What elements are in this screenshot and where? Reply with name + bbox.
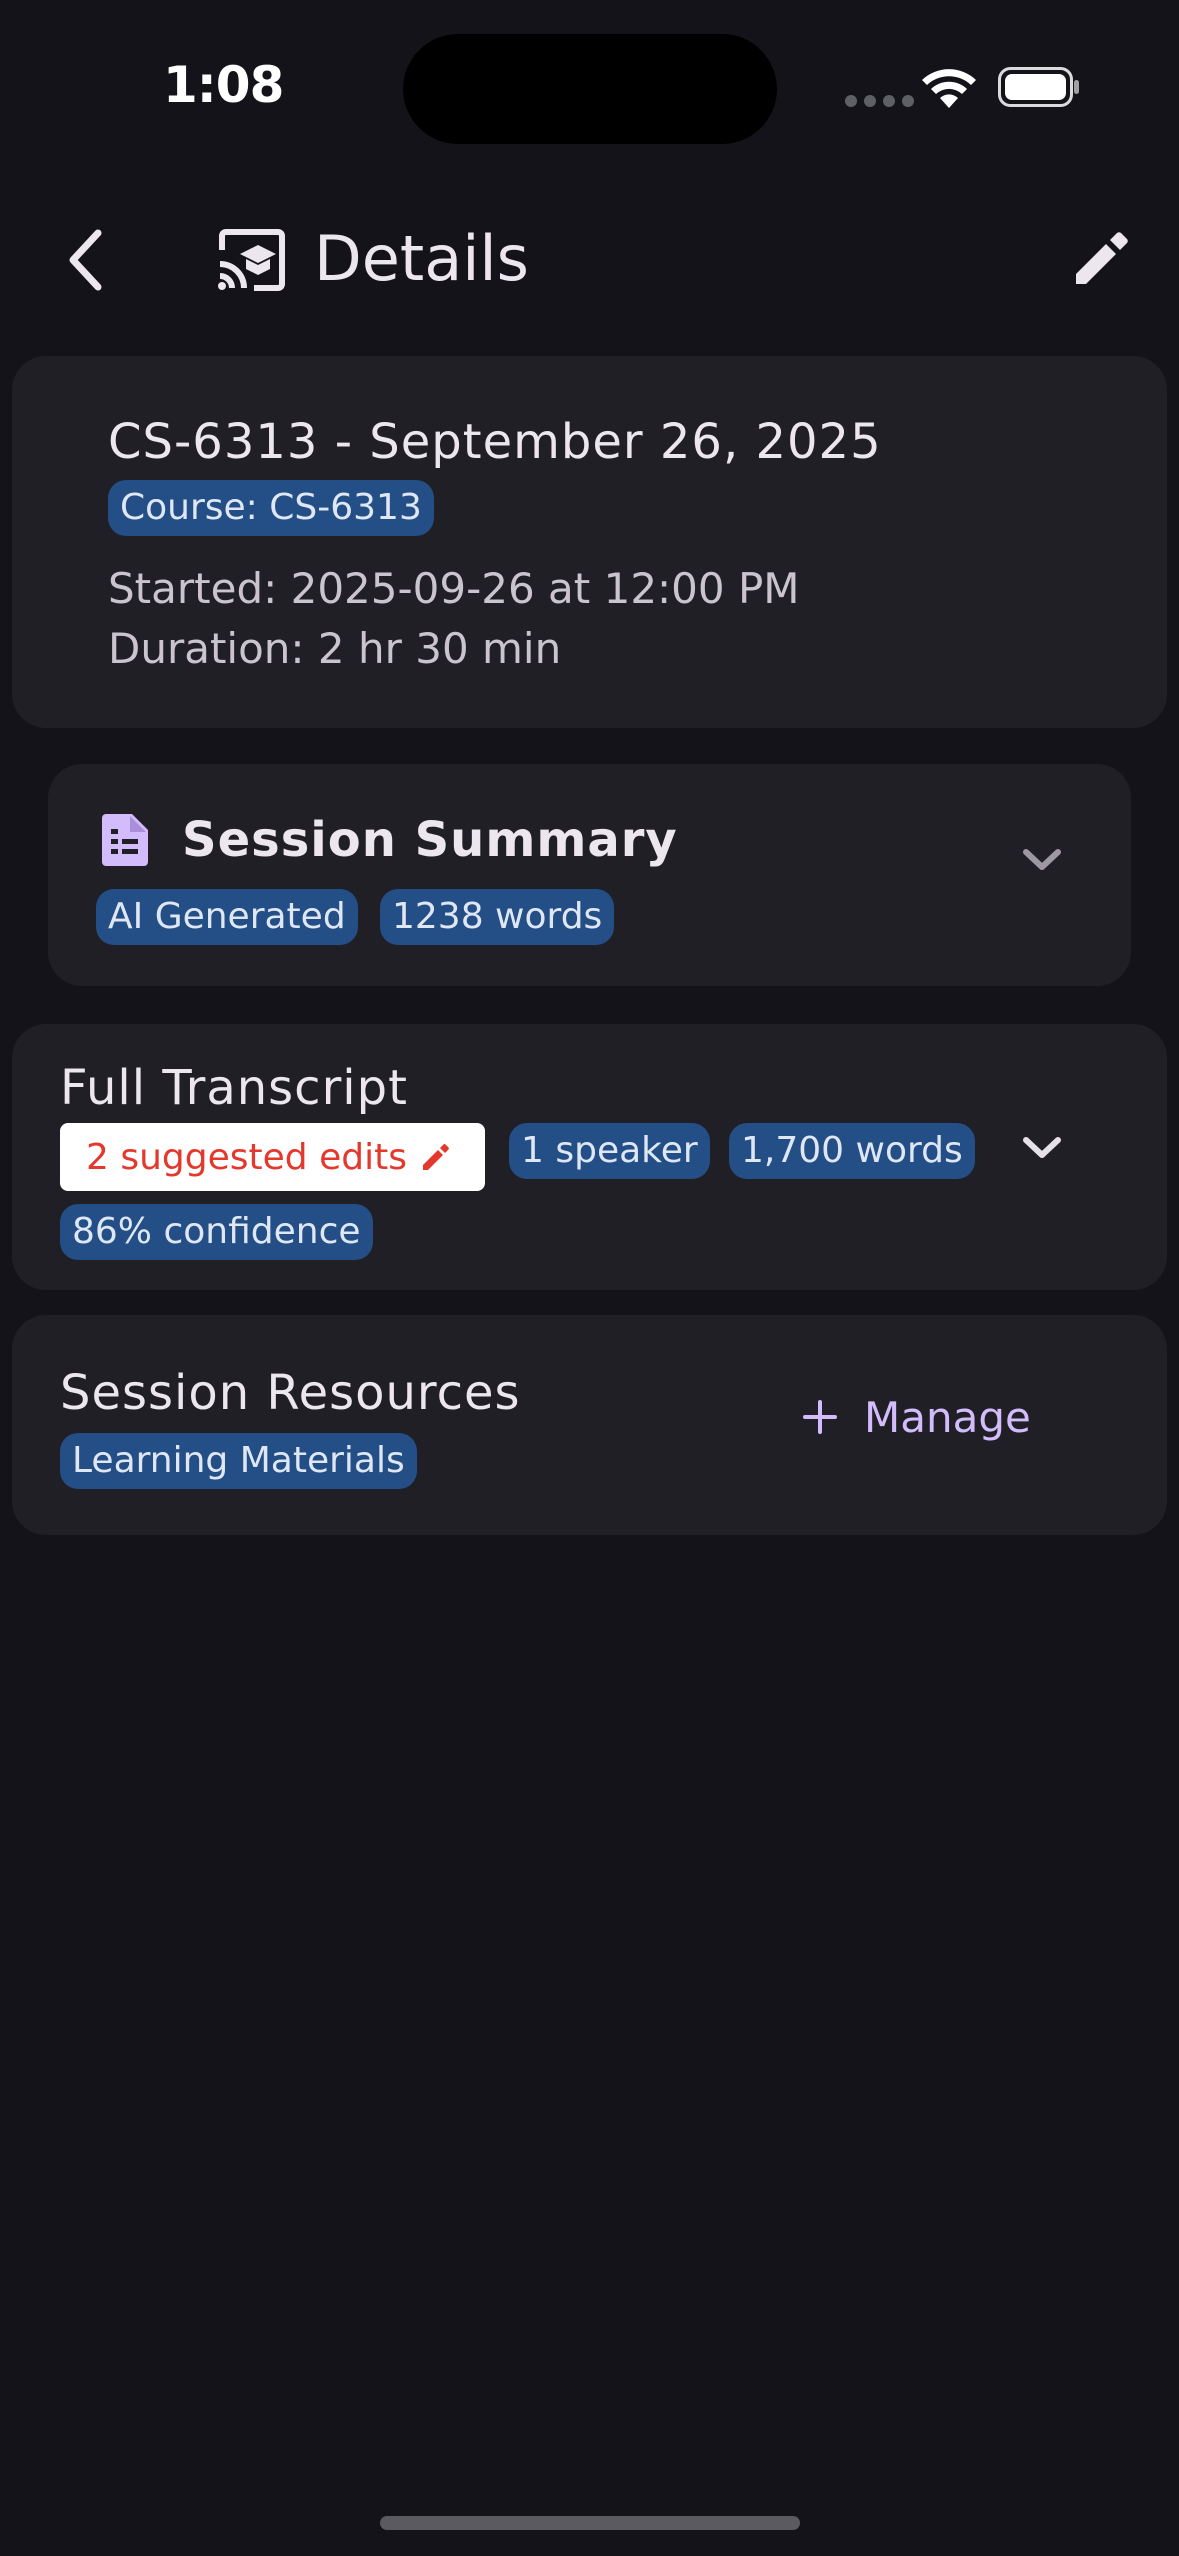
confidence-chip: 86% confidence (60, 1204, 373, 1260)
course-chip: Course: CS-6313 (108, 480, 434, 536)
ai-generated-chip: AI Generated (96, 889, 358, 945)
status-time: 1:08 (163, 56, 284, 114)
manage-label: Manage (864, 1392, 1031, 1442)
session-started: Started: 2025-09-26 at 12:00 PM (108, 564, 800, 613)
page-title: Details (314, 222, 529, 295)
resources-title: Session Resources (60, 1365, 521, 1421)
transcript-title: Full Transcript (60, 1060, 408, 1116)
chevron-down-icon[interactable] (1020, 846, 1064, 874)
edit-button[interactable] (1072, 228, 1132, 292)
chevron-down-icon[interactable] (1020, 1134, 1064, 1162)
cellular-signal-icon (845, 95, 914, 107)
learning-materials-chip: Learning Materials (60, 1433, 417, 1489)
document-icon (102, 814, 148, 866)
speaker-count-chip: 1 speaker (509, 1123, 710, 1179)
session-summary-card[interactable]: Session Summary AI Generated 1238 words (48, 764, 1131, 986)
chevron-left-icon (69, 229, 102, 291)
session-title: CS-6313 - September 26, 2025 (108, 414, 882, 470)
back-button[interactable] (48, 220, 122, 300)
manage-resources-button[interactable]: Manage (802, 1371, 1031, 1463)
pencil-icon (422, 1144, 449, 1170)
cast-for-education-icon (218, 229, 285, 291)
pencil-icon (1076, 232, 1128, 284)
summary-word-count-chip: 1238 words (380, 889, 615, 945)
home-indicator[interactable] (380, 2516, 800, 2530)
suggested-edits-button[interactable]: 2 suggested edits (60, 1123, 485, 1191)
full-transcript-card[interactable]: Full Transcript 2 suggested edits 1 spea… (12, 1024, 1167, 1290)
battery-icon (998, 67, 1079, 107)
details-screen: 1:08 Details CS-6313 - September 26, 202… (0, 0, 1179, 2556)
transcript-word-count-chip: 1,700 words (729, 1123, 975, 1179)
session-details-card: CS-6313 - September 26, 2025 Course: CS-… (12, 356, 1167, 728)
suggested-edits-label: 2 suggested edits (86, 1136, 407, 1178)
wifi-icon (922, 69, 976, 108)
session-resources-card: Session Resources Learning Materials Man… (12, 1315, 1167, 1535)
summary-title: Session Summary (182, 812, 678, 868)
session-duration: Duration: 2 hr 30 min (108, 624, 562, 673)
plus-icon (803, 1400, 837, 1434)
dynamic-island (403, 34, 777, 144)
